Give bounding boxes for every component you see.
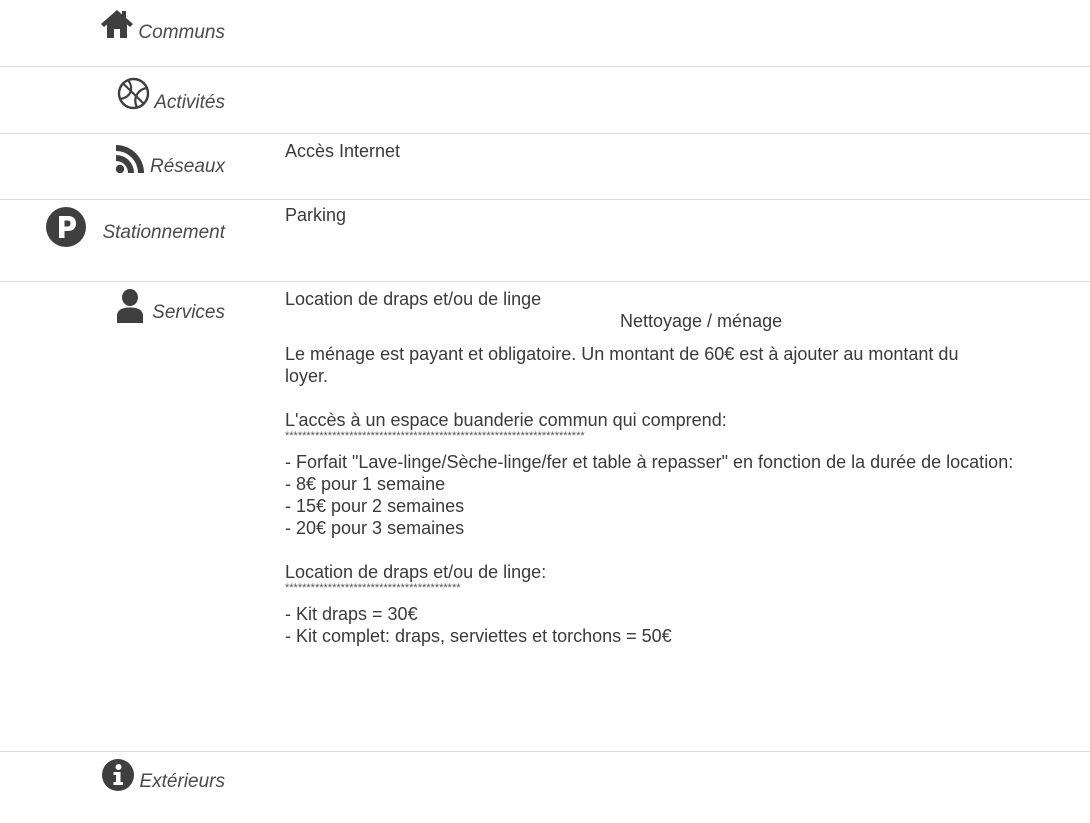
section-exterieurs: Extérieurs: [0, 752, 1090, 823]
section-title: Stationnement: [102, 222, 225, 243]
linge-line: - Kit complet: draps, serviettes et torc…: [285, 626, 672, 646]
list-item: Location de draps et/ou de linge: [285, 289, 542, 309]
forfait-text: - Forfait "Lave-linge/Sèche-linge/fer et…: [285, 452, 1014, 472]
user-icon: [116, 289, 144, 323]
section-reseaux: Réseaux Accès Internet: [0, 134, 1090, 200]
section-label: Services: [116, 289, 225, 324]
linge-line: - Kit draps = 30€: [285, 604, 418, 624]
home-icon: [100, 8, 134, 40]
info-icon: [101, 758, 135, 792]
section-stationnement: Stationnement Parking: [0, 200, 1090, 282]
parking-icon: [46, 207, 87, 247]
separator-stars: ****************************************…: [285, 582, 461, 594]
list-item: Accès Internet: [285, 141, 401, 161]
rss-icon: [115, 144, 145, 174]
linge-title: Location de draps et/ou de linge:: [285, 562, 547, 582]
section-items: Parking: [285, 204, 1075, 226]
section-label: Extérieurs: [101, 758, 225, 793]
section-items: Accès Internet: [285, 140, 1075, 162]
list-item: Nettoyage / ménage: [620, 311, 783, 331]
section-title: Activités: [154, 92, 225, 113]
buanderie-title: L'accès à un espace buanderie commun qui…: [285, 410, 727, 430]
section-title: Communs: [138, 22, 225, 43]
services-description: Le ménage est payant et obligatoire. Un …: [285, 343, 1075, 647]
section-activites: Activités: [0, 67, 1090, 134]
section-services: Services Location de draps et/ou de ling…: [0, 282, 1090, 752]
section-label: Réseaux: [115, 144, 225, 178]
list-item: Parking: [285, 205, 347, 225]
section-label: Communs: [100, 8, 225, 44]
menage-text: Le ménage est payant et obligatoire. Un …: [285, 344, 959, 386]
dribbble-ball-icon: [117, 77, 150, 110]
section-title: Services: [152, 302, 225, 323]
section-title: Réseaux: [150, 156, 225, 177]
section-items: Location de draps et/ou de linge Nettoya…: [285, 288, 1075, 332]
forfait-line: - 15€ pour 2 semaines: [285, 496, 465, 516]
forfait-line: - 8€ pour 1 semaine: [285, 474, 446, 494]
section-label: Stationnement: [46, 207, 225, 247]
section-communs: Communs: [0, 0, 1090, 67]
separator-stars: ****************************************…: [285, 430, 585, 442]
section-label: Activités: [117, 77, 225, 114]
forfait-line: - 20€ pour 3 semaines: [285, 518, 465, 538]
section-title: Extérieurs: [139, 771, 225, 792]
